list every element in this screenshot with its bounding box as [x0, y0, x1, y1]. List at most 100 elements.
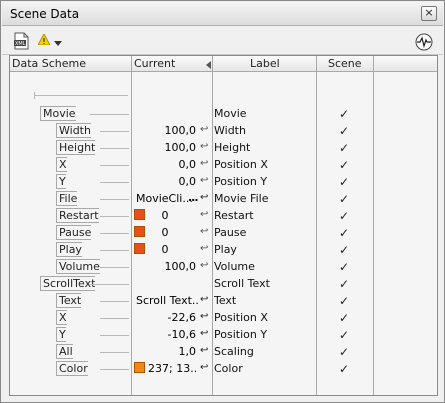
scheme-name[interactable]: Height — [56, 140, 96, 155]
link-icon[interactable]: ↩ — [200, 226, 208, 237]
link-icon[interactable]: ↩ — [200, 192, 208, 203]
scheme-name[interactable]: Restart — [56, 208, 99, 223]
scene-check-icon[interactable]: ✓ — [339, 107, 349, 121]
scene-check-icon[interactable]: ✓ — [339, 345, 349, 359]
link-icon[interactable]: ↩ — [200, 260, 208, 271]
row-label[interactable]: Volume — [214, 260, 255, 273]
link-icon[interactable]: ↩ — [200, 141, 208, 152]
link-icon[interactable]: ↩ — [200, 158, 208, 169]
table-row[interactable]: Play 0 ↩ Play ✓ — [10, 241, 437, 258]
current-value[interactable]: 0,0 — [134, 158, 197, 171]
scheme-name[interactable]: File — [56, 191, 78, 206]
scheme-name[interactable]: All — [56, 344, 73, 359]
current-value[interactable]: 0 — [134, 226, 196, 239]
row-label[interactable]: Position X — [214, 311, 268, 324]
browse-button[interactable]: ... — [188, 191, 199, 204]
row-label[interactable]: Text — [214, 294, 236, 307]
current-value[interactable]: -10,6 — [134, 328, 196, 341]
row-label[interactable]: Pause — [214, 226, 246, 239]
scene-check-icon[interactable]: ✓ — [339, 294, 349, 308]
title-bar[interactable]: Scene Data × — [2, 2, 443, 26]
color-swatch[interactable] — [134, 362, 145, 373]
scene-check-icon[interactable]: ✓ — [339, 158, 349, 172]
current-value[interactable]: 237; 13... — [134, 362, 196, 375]
link-icon[interactable]: ↩ — [200, 175, 208, 186]
current-value[interactable]: 100,0 — [134, 141, 197, 154]
row-label[interactable]: Restart — [214, 209, 254, 222]
row-label[interactable]: Width — [214, 124, 246, 137]
row-label[interactable]: Height — [214, 141, 250, 154]
link-icon[interactable]: ↩ — [200, 124, 208, 135]
row-label[interactable]: Position Y — [214, 175, 267, 188]
row-label[interactable]: Movie File — [214, 192, 268, 205]
scene-check-icon[interactable]: ✓ — [339, 311, 349, 325]
row-label[interactable]: Scroll Text — [214, 277, 270, 290]
color-swatch[interactable] — [134, 209, 145, 220]
table-row[interactable]: Width 100,0 ↩ Width ✓ — [10, 122, 437, 139]
scheme-name[interactable]: ScrollText — [40, 276, 96, 291]
current-value[interactable]: 100,0 — [134, 124, 197, 137]
scheme-name[interactable]: Width — [56, 123, 91, 138]
current-value[interactable]: -22,6 — [134, 311, 196, 324]
close-button[interactable]: × — [421, 6, 437, 21]
scheme-name[interactable]: Y — [56, 174, 66, 189]
waveform-icon[interactable] — [415, 33, 433, 51]
table-row[interactable]: X 0,0 ↩ Position X ✓ — [10, 156, 437, 173]
column-header-data-scheme[interactable]: Data Scheme — [12, 57, 86, 70]
table-row[interactable]: X -22,6 ↩ Position X ✓ — [10, 309, 437, 326]
table-row[interactable]: Volume 100,0 ↩ Volume ✓ — [10, 258, 437, 275]
column-header-current[interactable]: Current — [134, 57, 175, 70]
scene-check-icon[interactable]: ✓ — [339, 226, 349, 240]
row-label[interactable]: Scaling — [214, 345, 254, 358]
current-value[interactable]: Scroll Text... — [136, 294, 198, 307]
row-label[interactable]: Position X — [214, 158, 268, 171]
scene-check-icon[interactable]: ✓ — [339, 175, 349, 189]
link-icon[interactable]: ↩ — [200, 243, 208, 254]
scene-check-icon[interactable]: ✓ — [339, 362, 349, 376]
table-row[interactable]: Y 0,0 ↩ Position Y ✓ — [10, 173, 437, 190]
current-value[interactable]: 0,0 — [134, 175, 197, 188]
table-row[interactable]: ScrollText Scroll Text ✓ — [10, 275, 437, 292]
scene-check-icon[interactable]: ✓ — [339, 192, 349, 206]
color-swatch[interactable] — [134, 243, 145, 254]
scheme-name[interactable]: Text — [56, 293, 82, 308]
scene-check-icon[interactable]: ✓ — [339, 124, 349, 138]
table-row[interactable]: Text Scroll Text... ↩ Text ✓ — [10, 292, 437, 309]
current-value[interactable]: 0 — [134, 243, 196, 256]
column-header-scene[interactable]: Scene — [328, 57, 362, 70]
collapse-left-icon[interactable] — [206, 59, 211, 72]
table-row[interactable] — [10, 89, 437, 106]
scheme-name[interactable]: Y — [56, 327, 66, 342]
scheme-name[interactable]: Color — [56, 361, 88, 376]
table-row[interactable]: Color 237; 13... ↩ Color ✓ — [10, 360, 437, 377]
scene-check-icon[interactable]: ✓ — [339, 260, 349, 274]
row-label[interactable]: Color — [214, 362, 243, 375]
scheme-name[interactable]: Volume — [56, 259, 100, 274]
current-value[interactable]: 0 — [134, 209, 196, 222]
column-header-label[interactable]: Label — [250, 57, 280, 70]
table-row[interactable]: Y -10,6 ↩ Position Y ✓ — [10, 326, 437, 343]
link-icon[interactable]: ↩ — [200, 345, 208, 356]
table-row[interactable]: All 1,0 ↩ Scaling ✓ — [10, 343, 437, 360]
row-label[interactable]: Movie — [214, 107, 247, 120]
link-icon[interactable]: ↩ — [200, 328, 208, 339]
scene-check-icon[interactable]: ✓ — [339, 243, 349, 257]
scheme-name[interactable]: X — [56, 157, 67, 172]
table-row[interactable]: Pause 0 ↩ Pause ✓ — [10, 224, 437, 241]
scene-check-icon[interactable]: ✓ — [339, 277, 349, 291]
chevron-down-icon[interactable] — [54, 37, 62, 55]
scene-check-icon[interactable]: ✓ — [339, 328, 349, 342]
row-label[interactable]: Play — [214, 243, 237, 256]
link-icon[interactable]: ↩ — [200, 362, 208, 373]
link-icon[interactable]: ↩ — [200, 311, 208, 322]
current-value[interactable]: 100,0 — [134, 260, 197, 273]
table-row[interactable]: Restart 0 ↩ Restart ✓ — [10, 207, 437, 224]
row-label[interactable]: Position Y — [214, 328, 267, 341]
link-icon[interactable]: ↩ — [200, 209, 208, 220]
scene-check-icon[interactable]: ✓ — [339, 141, 349, 155]
table-row[interactable]: Movie Movie ✓ — [10, 105, 437, 122]
scene-check-icon[interactable]: ✓ — [339, 209, 349, 223]
current-value[interactable]: 1,0 — [134, 345, 197, 358]
scheme-name[interactable]: Pause — [56, 225, 92, 240]
scheme-name[interactable]: X — [56, 310, 67, 325]
